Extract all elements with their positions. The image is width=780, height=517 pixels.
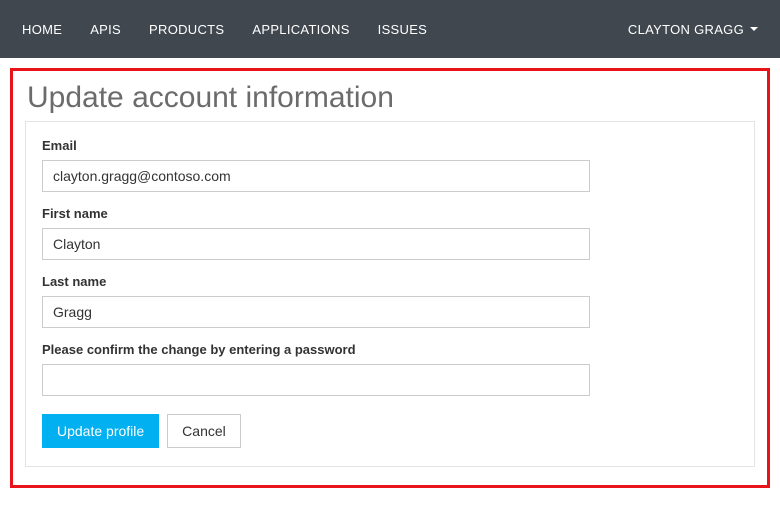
last-name-field[interactable] bbox=[42, 296, 590, 328]
nav-home[interactable]: HOME bbox=[8, 0, 76, 58]
nav-products[interactable]: PRODUCTS bbox=[135, 0, 238, 58]
password-field[interactable] bbox=[42, 364, 590, 396]
chevron-down-icon bbox=[750, 27, 758, 31]
first-name-field[interactable] bbox=[42, 228, 590, 260]
user-name-label: CLAYTON GRAGG bbox=[628, 22, 744, 37]
cancel-button[interactable]: Cancel bbox=[167, 414, 241, 448]
form-group-last-name: Last name bbox=[42, 274, 738, 328]
first-name-label: First name bbox=[42, 206, 738, 221]
email-field[interactable] bbox=[42, 160, 590, 192]
password-label: Please confirm the change by entering a … bbox=[42, 342, 738, 357]
top-navbar: HOME APIS PRODUCTS APPLICATIONS ISSUES C… bbox=[0, 0, 780, 58]
user-menu[interactable]: CLAYTON GRAGG bbox=[614, 22, 772, 37]
content-area: Update account information Email First n… bbox=[0, 58, 780, 498]
form-group-email: Email bbox=[42, 138, 738, 192]
update-profile-button[interactable]: Update profile bbox=[42, 414, 159, 448]
nav-apis[interactable]: APIS bbox=[76, 0, 135, 58]
form-group-first-name: First name bbox=[42, 206, 738, 260]
last-name-label: Last name bbox=[42, 274, 738, 289]
nav-issues[interactable]: ISSUES bbox=[364, 0, 441, 58]
email-label: Email bbox=[42, 138, 738, 153]
nav-applications[interactable]: APPLICATIONS bbox=[238, 0, 363, 58]
button-row: Update profile Cancel bbox=[42, 414, 738, 448]
highlight-box: Update account information Email First n… bbox=[10, 68, 770, 488]
page-title: Update account information bbox=[25, 81, 755, 115]
nav-right: CLAYTON GRAGG bbox=[614, 22, 772, 37]
nav-left: HOME APIS PRODUCTS APPLICATIONS ISSUES bbox=[8, 0, 441, 58]
form-group-password: Please confirm the change by entering a … bbox=[42, 342, 738, 396]
form-panel: Email First name Last name Please confir… bbox=[25, 121, 755, 467]
